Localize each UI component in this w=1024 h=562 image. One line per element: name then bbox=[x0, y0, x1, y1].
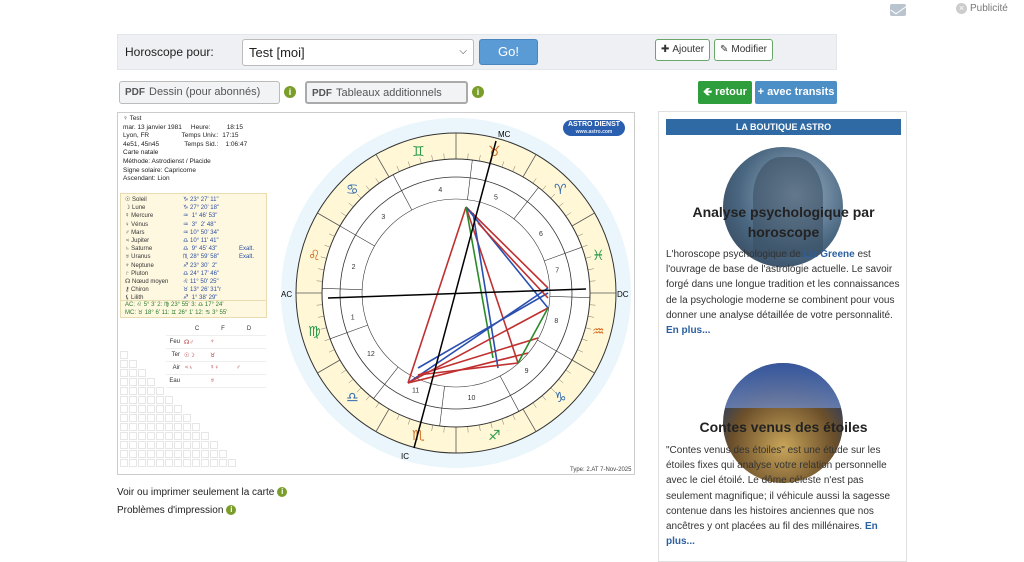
top-bar: × Publicité bbox=[0, 0, 1024, 24]
ac-label: AC bbox=[281, 290, 292, 299]
house-number: 7 bbox=[555, 267, 559, 274]
back-button-label: retour bbox=[715, 86, 747, 98]
zodiac-sign: ♒ bbox=[592, 323, 605, 339]
house-number: 1 bbox=[351, 315, 355, 322]
go-button[interactable]: Go! bbox=[479, 39, 538, 65]
plus-icon: + bbox=[757, 86, 765, 98]
zodiac-sign: ♊ bbox=[412, 143, 425, 159]
zodiac-sign: ♌ bbox=[308, 247, 321, 263]
print-chart-link[interactable]: Voir ou imprimer seulement la carte i bbox=[117, 487, 288, 498]
zodiac-sign: ♈ bbox=[554, 181, 567, 197]
product-text: L'horoscope psychologique de bbox=[666, 249, 804, 260]
print-problems-label: Problèmes d'impression bbox=[117, 505, 224, 516]
transits-button-label: avec transits bbox=[767, 86, 835, 98]
horoscope-select-value: Test [moi] bbox=[249, 45, 305, 60]
house-number: 12 bbox=[367, 351, 375, 358]
house-number: 8 bbox=[554, 318, 558, 325]
advertising-label: Publicité bbox=[970, 3, 1008, 14]
info-icon[interactable]: i bbox=[284, 86, 296, 98]
chart-footer: Type: 2.AT 7-Nov-2025 bbox=[570, 467, 632, 473]
house-number: 4 bbox=[438, 187, 442, 194]
ic-label: IC bbox=[401, 452, 409, 461]
print-chart-label: Voir ou imprimer seulement la carte bbox=[117, 487, 275, 498]
plus-icon: ✚ bbox=[661, 44, 670, 55]
product-text: "Contes venus des étoiles" est une étude… bbox=[666, 445, 891, 533]
zodiac-sign: ♍ bbox=[308, 323, 321, 339]
zodiac-sign: ♎ bbox=[346, 389, 359, 405]
add-button-label: Ajouter bbox=[672, 44, 705, 55]
zodiac-sign: ♑ bbox=[554, 389, 567, 405]
horoscope-select[interactable]: Test [moi] ⌵ bbox=[242, 39, 474, 66]
advertising-toggle[interactable]: × Publicité bbox=[956, 3, 1008, 14]
house-number: 9 bbox=[525, 368, 529, 375]
print-problems-link[interactable]: Problèmes d'impression i bbox=[117, 505, 237, 516]
pencil-icon: ✎ bbox=[720, 44, 729, 55]
dc-label: DC bbox=[617, 290, 629, 299]
info-icon[interactable]: i bbox=[472, 86, 484, 98]
edit-button[interactable]: ✎ Modifier bbox=[714, 39, 773, 61]
house-number: 10 bbox=[468, 395, 476, 402]
info-icon: i bbox=[226, 505, 237, 516]
pdf-tables-button[interactable]: PDF Tableaux additionnels bbox=[305, 81, 468, 104]
stars-product-text: "Contes venus des étoiles" est une étude… bbox=[666, 443, 902, 549]
envelope-icon[interactable] bbox=[890, 4, 906, 16]
pdf-prefix: PDF bbox=[312, 88, 332, 99]
zodiac-sign: ♓ bbox=[592, 247, 605, 263]
horoscope-for-label: Horoscope pour: bbox=[125, 45, 214, 59]
house-number: 3 bbox=[381, 214, 385, 221]
more-link[interactable]: En plus... bbox=[666, 325, 710, 336]
zodiac-sign: ♐ bbox=[488, 427, 501, 443]
pdf-tables-label: Tableaux additionnels bbox=[336, 87, 442, 99]
psychology-product-text: L'horoscope psychologique de Liz Greene … bbox=[666, 247, 902, 338]
add-button[interactable]: ✚ Ajouter bbox=[655, 39, 711, 61]
back-button[interactable]: 🡸 retour bbox=[698, 81, 752, 104]
author-link[interactable]: Liz Greene bbox=[804, 249, 855, 260]
house-number: 5 bbox=[494, 194, 498, 201]
chevron-down-icon: ⌵ bbox=[459, 46, 467, 57]
stars-product-title[interactable]: Contes venus des étoiles bbox=[659, 417, 908, 437]
info-icon: i bbox=[277, 487, 288, 498]
arrow-left-icon: 🡸 bbox=[703, 86, 713, 98]
pdf-prefix: PDF bbox=[125, 87, 145, 98]
mc-label: MC bbox=[498, 130, 511, 139]
zodiac-sign: ♋ bbox=[346, 181, 359, 197]
pdf-drawing-label: Dessin (pour abonnés) bbox=[149, 86, 261, 98]
house-number: 2 bbox=[352, 264, 356, 271]
astro-shop-sidebar: LA BOUTIQUE ASTRO Analyse psychologique … bbox=[658, 111, 907, 562]
house-number: 11 bbox=[412, 388, 419, 395]
shop-header: LA BOUTIQUE ASTRO bbox=[666, 119, 901, 135]
with-transits-button[interactable]: + avec transits bbox=[755, 81, 837, 104]
house-number: 6 bbox=[539, 231, 543, 238]
pdf-drawing-button[interactable]: PDF Dessin (pour abonnés) bbox=[119, 81, 280, 104]
close-icon[interactable]: × bbox=[956, 3, 967, 14]
chart-wheel: ♌♋♊♉♈♓♒♑♐♏♎♍ 123456789101112 AC DC MC IC bbox=[281, 118, 631, 468]
horoscope-toolbar: Horoscope pour: Test [moi] ⌵ Go! ✚ Ajoute… bbox=[117, 34, 837, 70]
edit-button-label: Modifier bbox=[731, 44, 767, 55]
natal-chart[interactable]: ♀ Test mar. 13 janvier 1981 Heure: 18:15 L… bbox=[117, 112, 635, 475]
psychology-product-title[interactable]: Analyse psychologique par horoscope bbox=[659, 202, 908, 242]
